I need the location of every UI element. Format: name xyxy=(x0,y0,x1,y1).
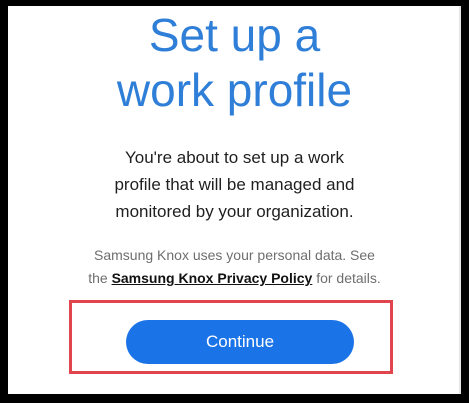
privacy-policy-link[interactable]: Samsung Knox Privacy Policy xyxy=(112,270,313,286)
title-line-2: work profile xyxy=(116,64,353,116)
privacy-prefix: the xyxy=(88,270,112,286)
continue-button[interactable]: Continue xyxy=(126,320,354,364)
privacy-notice: Samsung Knox uses your personal data. Se… xyxy=(18,244,451,290)
setup-description: You're about to set up a work profile th… xyxy=(28,144,441,225)
privacy-line-2: the Samsung Knox Privacy Policy for deta… xyxy=(18,267,451,290)
privacy-line-1: Samsung Knox uses your personal data. Se… xyxy=(94,247,375,263)
page-title: Set up a work profile xyxy=(8,8,461,118)
work-profile-screen: Set up a work profile You're about to se… xyxy=(8,6,461,394)
description-line-2: profile that will be managed and xyxy=(114,175,355,194)
privacy-suffix: for details. xyxy=(312,270,381,286)
title-line-1: Set up a xyxy=(148,9,321,61)
screenshot-frame: Set up a work profile You're about to se… xyxy=(0,0,469,403)
description-line-1: You're about to set up a work xyxy=(124,148,345,167)
description-line-3: monitored by your organization. xyxy=(115,202,354,221)
